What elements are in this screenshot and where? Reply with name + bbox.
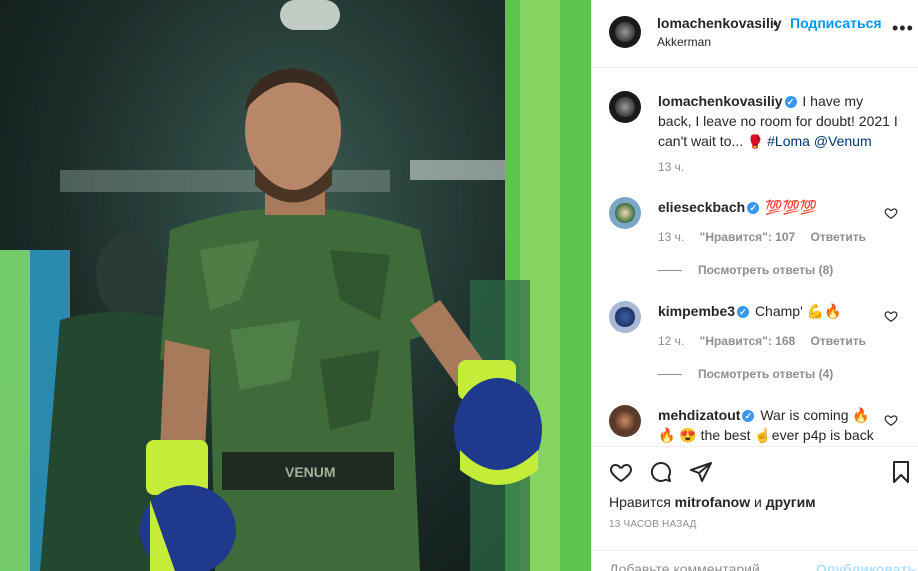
author-username[interactable]: lomachenkovasiliy <box>657 15 782 31</box>
comment-like-heart-icon[interactable] <box>884 309 898 323</box>
send-icon[interactable] <box>689 460 713 484</box>
caption-text-block: lomachenkovasiliy ✓ I have my back, I lea… <box>658 91 898 152</box>
caption-hashtag[interactable]: #Loma <box>767 133 810 149</box>
follow-button[interactable]: Подписаться <box>790 15 882 31</box>
view-replies-label: Посмотреть ответы (8) <box>698 263 834 277</box>
boxing-glove-emoji: 🥊 <box>747 134 764 149</box>
post-actions: Нравится mitrofanow и другим 13 ЧАСОВ НА… <box>592 446 918 571</box>
caption-author-avatar[interactable] <box>609 91 641 123</box>
view-replies-button[interactable]: Посмотреть ответы (8) <box>658 263 833 277</box>
caption-username[interactable]: lomachenkovasiliy <box>658 93 783 109</box>
caption-mention[interactable]: @Venum <box>814 133 872 149</box>
likes-others-link[interactable]: другим <box>766 494 816 510</box>
comment-icon[interactable] <box>649 460 673 484</box>
post-photo[interactable]: VENUM <box>0 0 591 571</box>
replies-divider <box>658 270 682 272</box>
heart-icon[interactable] <box>609 460 633 484</box>
publish-button[interactable]: Опубликовать <box>816 561 916 571</box>
post-header: lomachenkovasiliy • Подписаться Akkerman… <box>592 0 918 68</box>
comment-username[interactable]: mehdizatout <box>658 407 740 423</box>
comment-like-heart-icon[interactable] <box>884 206 898 220</box>
comment-text-block: kimpembe3 ✓ Champ' 💪🔥 <box>658 301 898 321</box>
comment-text-continued: 🔥 😍 the best ☝ever p4p is back <box>658 427 874 443</box>
comment-username[interactable]: kimpembe3 <box>658 303 735 319</box>
comment-text-block: mehdizatout ✓ War is coming 🔥 🔥 😍 the bes… <box>658 405 898 445</box>
verified-badge-icon: ✓ <box>737 306 750 318</box>
verified-badge-icon: ✓ <box>742 410 755 422</box>
comment-text-block: elieseckbach ✓ 💯💯💯 <box>658 197 898 217</box>
bookmark-icon[interactable] <box>889 460 913 484</box>
boxer-photo-illustration: VENUM <box>0 0 591 571</box>
replies-divider <box>658 374 682 376</box>
post-side-panel: lomachenkovasiliy • Подписаться Akkerman… <box>591 0 918 571</box>
likes-and: и <box>754 494 762 510</box>
post-location[interactable]: Akkerman <box>657 35 711 49</box>
comments-list[interactable]: lomachenkovasiliy ✓ I have my back, I lea… <box>592 69 918 446</box>
comment-likes[interactable]: "Нравится": 168 <box>700 334 796 348</box>
comment-username[interactable]: elieseckbach <box>658 199 745 215</box>
likes-summary: Нравится mitrofanow и другим <box>609 494 816 510</box>
commenter-avatar[interactable] <box>609 405 641 437</box>
caption-time[interactable]: 13 ч. <box>658 160 684 174</box>
verified-badge-icon: ✓ <box>784 96 797 108</box>
more-horizontal-icon[interactable]: ••• <box>892 19 914 37</box>
commenter-avatar[interactable] <box>609 197 641 229</box>
comment-input[interactable] <box>609 561 809 571</box>
comment-time[interactable]: 12 ч. <box>658 334 684 348</box>
comment-meta: 13 ч. "Нравится": 107 Ответить <box>658 230 878 244</box>
comment-text: War is coming 🔥 <box>760 407 870 423</box>
view-replies-button[interactable]: Посмотреть ответы (4) <box>658 367 833 381</box>
comment-text: 💯💯💯 <box>765 199 818 215</box>
comment-time[interactable]: 13 ч. <box>658 230 684 244</box>
venum-waistband-logo: VENUM <box>285 464 336 480</box>
comment-text: Champ' 💪🔥 <box>754 303 842 319</box>
reply-button[interactable]: Ответить <box>811 230 866 244</box>
reply-button[interactable]: Ответить <box>811 334 866 348</box>
view-replies-label: Посмотреть ответы (4) <box>698 367 834 381</box>
add-comment-bar: Опубликовать <box>592 550 918 571</box>
comment-likes[interactable]: "Нравится": 107 <box>700 230 796 244</box>
likes-prefix: Нравится <box>609 494 671 510</box>
likes-user-link[interactable]: mitrofanow <box>675 494 750 510</box>
caption-meta: 13 ч. <box>658 160 696 174</box>
author-avatar[interactable] <box>609 16 641 48</box>
commenter-avatar[interactable] <box>609 301 641 333</box>
comment-like-heart-icon[interactable] <box>884 413 898 427</box>
header-separator-dot: • <box>773 15 778 31</box>
verified-badge-icon: ✓ <box>747 202 760 214</box>
posted-time[interactable]: 13 ЧАСОВ НАЗАД <box>609 519 697 530</box>
comment-meta: 12 ч. "Нравится": 168 Ответить <box>658 334 878 348</box>
